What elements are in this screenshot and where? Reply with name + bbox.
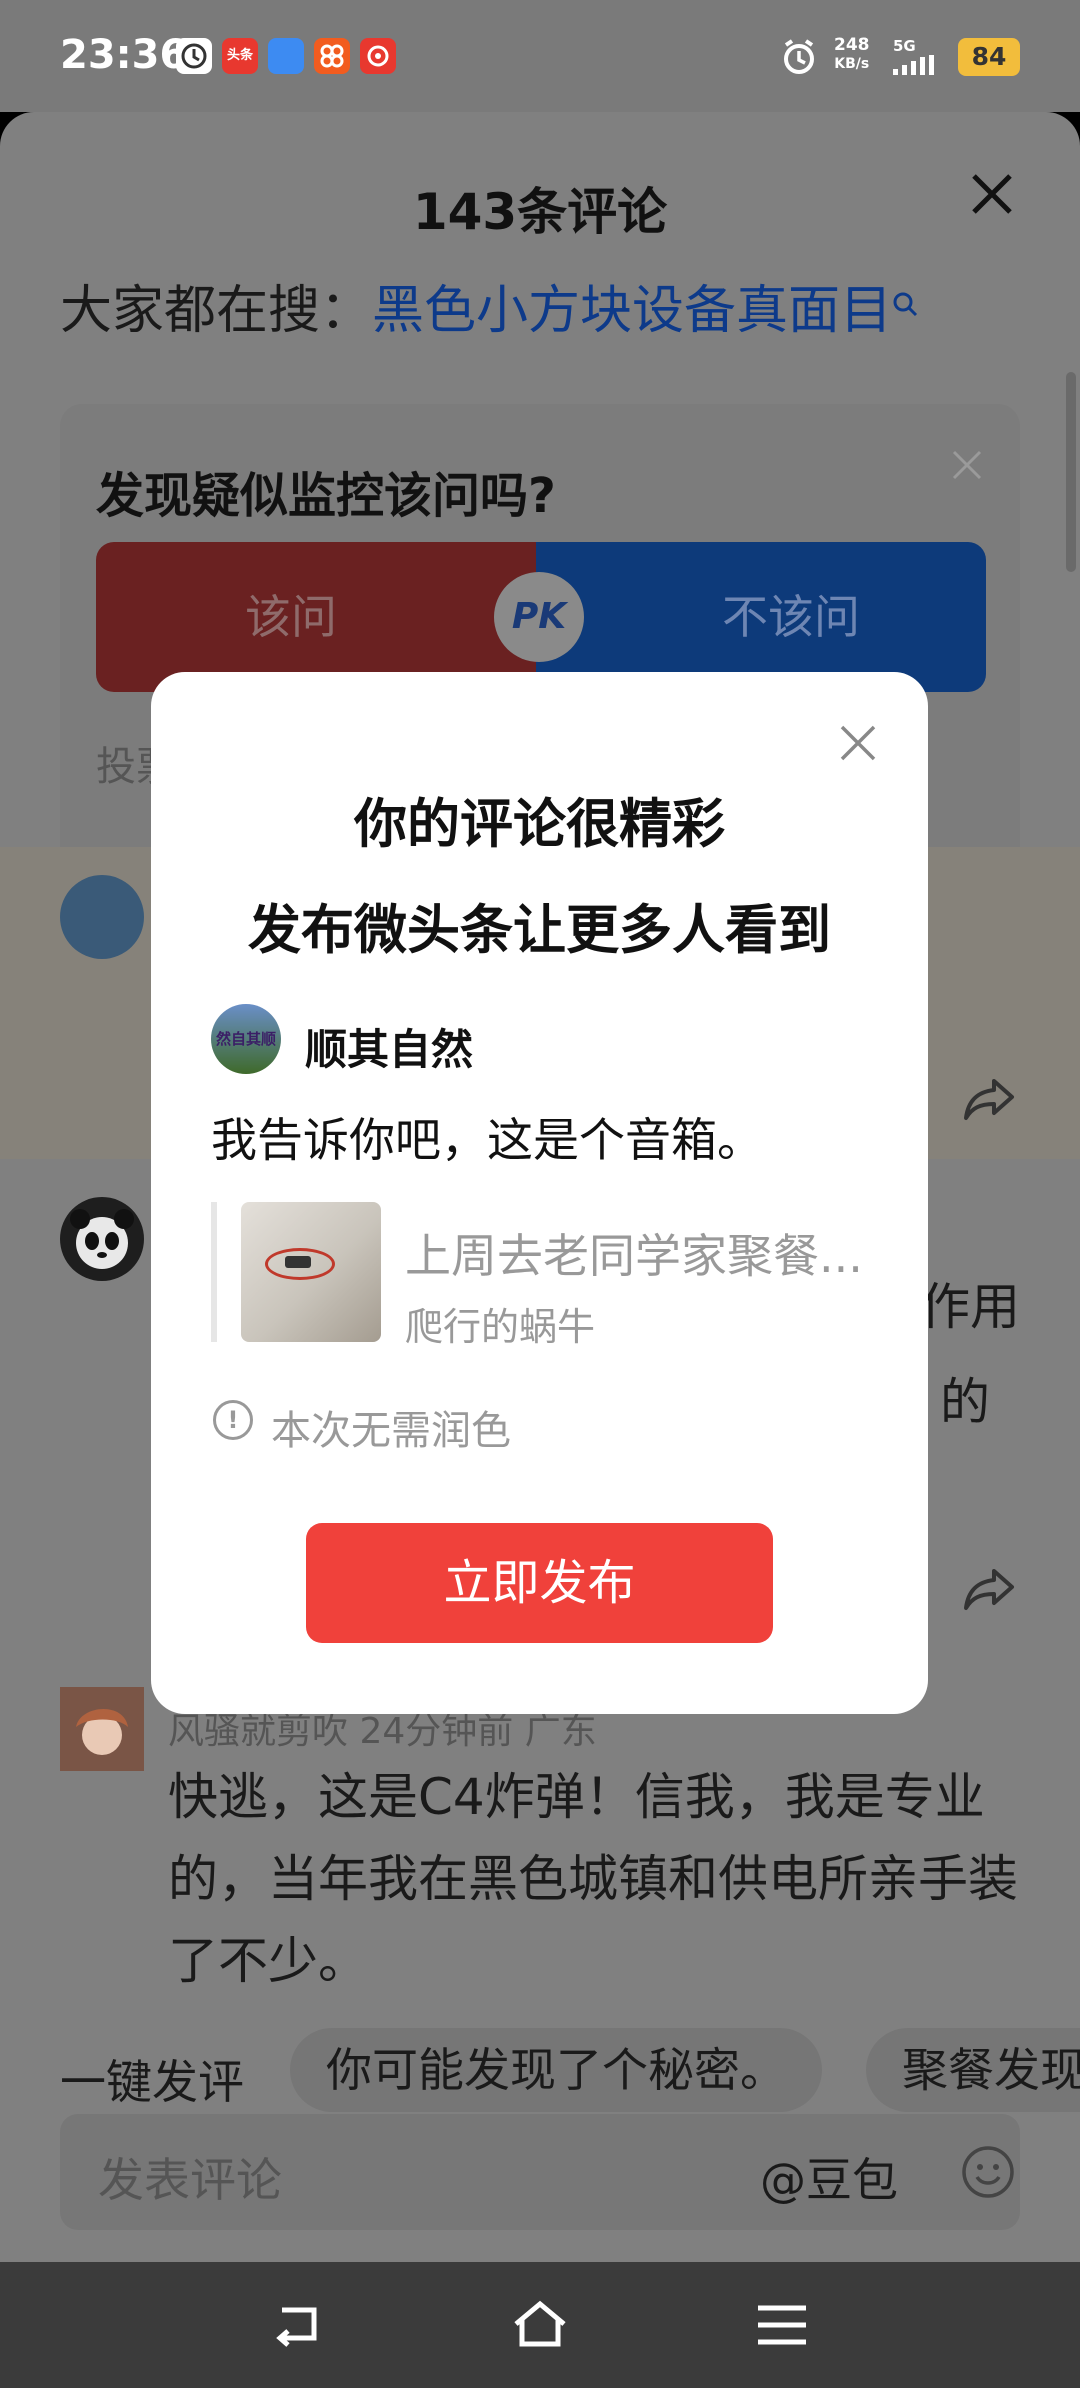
alarm-icon (778, 36, 820, 78)
quick-reply-chip[interactable]: 聚餐发现 (866, 2028, 1080, 2112)
share-icon[interactable] (960, 1067, 1020, 1127)
close-icon[interactable] (837, 722, 879, 764)
quick-reply-label: 一键发评 (60, 2055, 244, 2109)
publish-dialog: 你的评论很精彩 发布微头条让更多人看到 然自其顺 顺其自然 我告诉你吧，这是个音… (151, 672, 928, 1714)
share-icon[interactable] (960, 1557, 1020, 1617)
comment-fragment: 的 (940, 1373, 990, 1431)
trending-search: 大家都在搜：黑色小方块设备真面目 (60, 268, 920, 343)
grid-app-icon (314, 38, 350, 74)
search-link[interactable]: 黑色小方块设备真面目 (372, 281, 892, 341)
signal-type: 5G (893, 38, 943, 75)
user-name: 顺其自然 (305, 1025, 474, 1074)
highlight-circle (265, 1248, 335, 1280)
back-icon[interactable] (268, 2300, 328, 2350)
poll-option-no[interactable]: 不该问 (536, 542, 986, 692)
mention-button[interactable]: @豆包 (760, 2144, 898, 2210)
info-text: 本次无需润色 (271, 1408, 511, 1454)
comment-input[interactable]: 发表评论 @豆包 (60, 2114, 1020, 2230)
poll-question: 发现疑似监控该问吗? (96, 468, 556, 524)
signal-bars-icon (893, 55, 943, 75)
dialog-title: 你的评论很精彩 发布微头条让更多人看到 (151, 772, 928, 984)
comments-title: 143条评论 (412, 183, 668, 241)
search-icon[interactable] (892, 272, 920, 332)
info-icon: ! (213, 1400, 253, 1440)
emoji-icon[interactable] (960, 2144, 1016, 2200)
comment-text: 我告诉你吧，这是个音箱。 (211, 1113, 763, 1167)
scrollbar[interactable] (1066, 372, 1076, 572)
home-icon[interactable] (510, 2300, 570, 2350)
battery-indicator: 84 (958, 38, 1020, 76)
poll-option-yes[interactable]: 该问 (96, 542, 546, 692)
comment-text: 快逃，这是C4炸弹！信我，我是专业的，当年我在黑色城镇和供电所亲手装了不少。 (168, 1768, 1018, 1990)
quote-bar (211, 1202, 217, 1342)
menu-icon[interactable] (752, 2300, 812, 2350)
pk-badge: PK (494, 572, 584, 662)
music-app-icon (360, 38, 396, 74)
folder-app-icon (268, 38, 304, 74)
avatar[interactable] (60, 1197, 144, 1281)
net-speed: 248 KB/s (834, 35, 870, 73)
avatar: 然自其顺 (211, 1004, 281, 1074)
article-title: 上周去老同学家聚餐... (405, 1229, 863, 1283)
status-time: 23:36 (60, 32, 188, 78)
quick-reply-chip[interactable]: 你可能发现了个秘密。 (290, 2028, 822, 2112)
article-author: 爬行的蜗牛 (405, 1305, 596, 1349)
publish-button[interactable]: 立即发布 (306, 1523, 773, 1643)
status-bar: 23:36 头条 248 KB/s 5G 84 (0, 0, 1080, 112)
clock-app-icon (176, 38, 212, 74)
comment-fragment: 作用 (920, 1278, 1020, 1336)
toutiao-app-icon: 头条 (222, 38, 258, 74)
dialog-title-line2: 发布微头条让更多人看到 (248, 900, 831, 961)
avatar[interactable] (60, 1687, 144, 1771)
close-icon[interactable] (968, 170, 1016, 218)
avatar[interactable] (60, 875, 144, 959)
system-nav-bar (0, 2262, 1080, 2388)
comment-input-placeholder: 发表评论 (98, 2153, 282, 2207)
dialog-title-line1: 你的评论很精彩 (354, 794, 725, 855)
article-thumbnail (241, 1202, 381, 1342)
search-prefix: 大家都在搜： (60, 281, 373, 341)
poll-close-icon[interactable] (950, 448, 984, 482)
